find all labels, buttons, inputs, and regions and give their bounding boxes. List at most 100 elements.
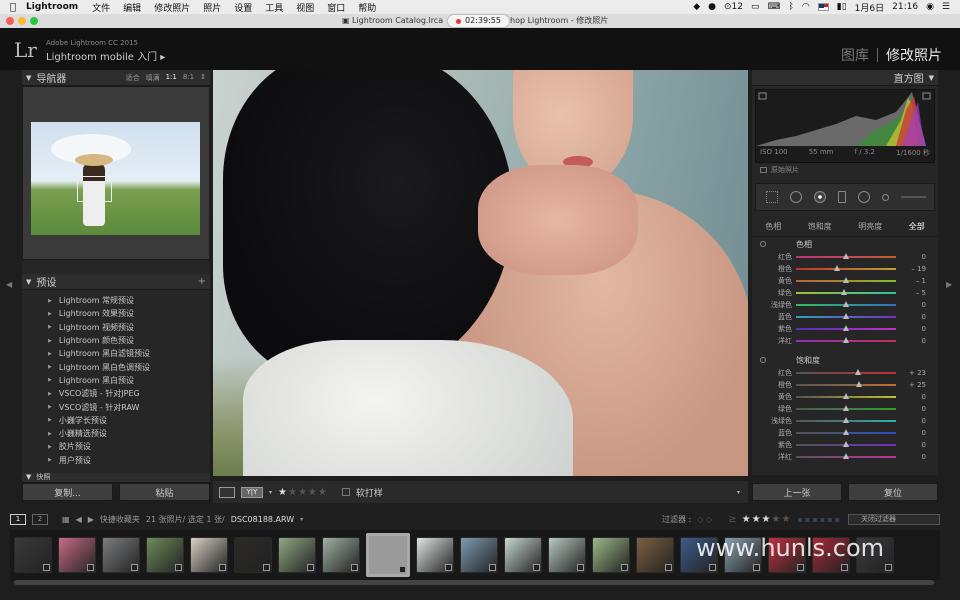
hue-track[interactable] [796,277,896,283]
filmstrip-thumbnail[interactable] [548,537,586,573]
brush-slider[interactable] [901,196,926,198]
recording-indicator[interactable]: 02:39:55 [448,15,509,27]
preset-folder[interactable]: ▶ Lightroom 常规预设 [22,294,210,307]
window-2-button[interactable]: 2 [32,513,48,525]
menu-develop[interactable]: 修改照片 [154,1,190,14]
hue-slider-row[interactable]: 蓝色 0 [752,311,938,323]
hue-track[interactable] [796,253,896,259]
preset-folder[interactable]: ▶ 小巍学长预设 [22,414,210,427]
filename-dropdown-icon[interactable]: ▾ [300,516,303,523]
status-count[interactable]: ⊙12 [724,2,743,12]
sat-track[interactable] [796,393,896,399]
preset-folder[interactable]: ▶ 小巍精选预设 [22,427,210,440]
add-preset-button[interactable]: + [198,276,206,287]
hue-slider-row[interactable]: 紫色 0 [752,323,938,335]
zoom-window-button[interactable] [30,17,38,25]
reset-button[interactable]: 复位 [848,483,938,501]
expand-triangle-icon[interactable]: ▶ [48,364,52,370]
preset-folder[interactable]: ▶ 胶片预设 [22,440,210,453]
filmstrip-thumbnail[interactable] [636,537,674,573]
filmstrip-thumbnail[interactable] [416,537,454,573]
menu-edit[interactable]: 编辑 [123,1,141,14]
slider-knob[interactable] [843,453,849,459]
presets-header[interactable]: ▼ 预设 + [22,274,210,290]
sat-track[interactable] [796,381,896,387]
hue-value[interactable]: – 1 [896,277,926,285]
slider-knob[interactable] [843,277,849,283]
siri-icon[interactable]: ◉ [926,2,934,12]
left-panel-toggle-icon[interactable]: ◀ [6,280,12,289]
sat-slider-row[interactable]: 红色 + 23 [752,367,938,379]
sat-value[interactable]: + 23 [896,369,926,377]
hue-value[interactable]: 0 [896,301,926,309]
filmstrip-thumbnail[interactable] [504,537,542,573]
previous-button[interactable]: 上一张 [752,483,842,501]
hue-slider-row[interactable]: 洋红 0 [752,335,938,347]
slider-knob[interactable] [843,405,849,411]
filmstrip-thumbnail[interactable] [592,537,630,573]
sat-value[interactable]: 0 [896,393,926,401]
rating-filter[interactable]: ≥ ★★★★★ [728,514,791,525]
apple-icon[interactable]:  [0,2,26,13]
filmstrip-thumbnail[interactable] [102,537,140,573]
target-adjust-icon[interactable] [760,241,766,247]
filmstrip-thumbnail[interactable] [234,537,272,573]
sat-value[interactable]: 0 [896,453,926,461]
preset-folder[interactable]: ▶ Lightroom 黑白滤镜预设 [22,347,210,360]
menu-window[interactable]: 窗口 [327,1,345,14]
soft-proof-checkbox[interactable] [341,488,350,496]
expand-triangle-icon[interactable]: ▶ [48,431,52,437]
hue-slider-row[interactable]: 绿色 – 5 [752,287,938,299]
preset-folder[interactable]: ▶ Lightroom 黑白色调预设 [22,360,210,373]
grid-view-icon[interactable]: ▦ [62,515,70,524]
navigator-image[interactable] [31,122,200,235]
sat-slider-row[interactable]: 紫色 0 [752,439,938,451]
zoom-1-1[interactable]: 1:1 [166,73,177,83]
original-photo-toggle[interactable]: 原始照片 [752,163,938,177]
menu-photo[interactable]: 照片 [203,1,221,14]
filmstrip-thumbnail[interactable] [366,533,410,577]
preset-folder[interactable]: ▶ Lightroom 黑白预设 [22,374,210,387]
slider-knob[interactable] [843,325,849,331]
preset-folder[interactable]: ▶ Lightroom 效果预设 [22,307,210,320]
slider-knob[interactable] [843,313,849,319]
before-after-button[interactable]: Y|Y [241,486,263,498]
zoom-fill[interactable]: 填满 [146,73,160,83]
sat-track[interactable] [796,453,896,459]
forward-arrow-icon[interactable]: ▶ [88,515,94,524]
expand-triangle-icon[interactable]: ▶ [48,391,52,397]
hue-value[interactable]: – 19 [896,265,926,273]
hue-track[interactable] [796,289,896,295]
tab-hue[interactable]: 色相 [765,221,781,232]
preset-folder[interactable]: ▶ 用户预设 [22,454,210,467]
filmstrip-thumbnail[interactable] [146,537,184,573]
navigator-header[interactable]: ▼ 导航器 适合 填满 1:1 8:1 ⇕ [22,70,210,86]
zoom-fit[interactable]: 适合 [126,73,140,83]
navigator-view-box[interactable] [77,176,112,202]
collapse-triangle-icon[interactable]: ▼ [929,74,934,82]
slider-knob[interactable] [843,301,849,307]
filmstrip-thumbnail[interactable] [278,537,316,573]
flag-filter-icon[interactable]: ◇ ◇ [697,515,712,524]
crop-tool-icon[interactable] [766,191,778,203]
list-icon[interactable]: ☰ [942,2,950,12]
hue-slider-row[interactable]: 浅绿色 0 [752,299,938,311]
window-1-button[interactable]: 1 [10,513,26,525]
star-rating[interactable]: ★★★★★ [278,487,328,498]
brush-icon[interactable] [882,193,889,201]
hue-track[interactable] [796,325,896,331]
hue-value[interactable]: 0 [896,337,926,345]
sat-value[interactable]: 0 [896,429,926,437]
menu-file[interactable]: 文件 [92,1,110,14]
zoom-8-1[interactable]: 8:1 [183,73,194,83]
filmstrip-thumbnail[interactable] [58,537,96,573]
slider-knob[interactable] [843,253,849,259]
slider-knob[interactable] [843,337,849,343]
histogram[interactable]: ISO 100 55 mm f / 3.2 1/1600 秒 [755,89,935,163]
expand-triangle-icon[interactable]: ▶ [48,417,52,423]
menu-settings[interactable]: 设置 [234,1,252,14]
expand-triangle-icon[interactable]: ▶ [48,298,52,304]
filmstrip-thumbnail[interactable] [14,537,52,573]
menu-help[interactable]: 帮助 [358,1,376,14]
sat-track[interactable] [796,429,896,435]
